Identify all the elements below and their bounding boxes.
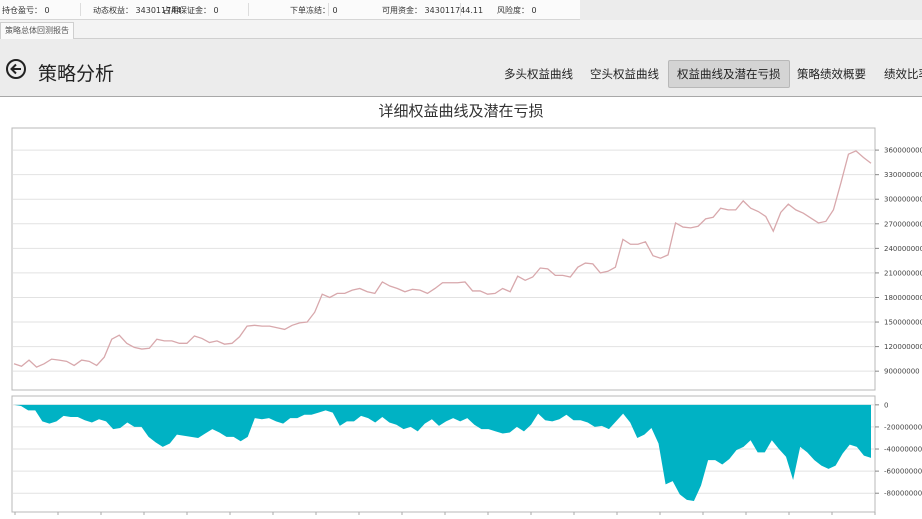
- y-tick-label: -40000000: [884, 446, 922, 454]
- tab-performance-summary[interactable]: 策略绩效概要: [789, 61, 874, 87]
- status-order-frozen: 下单冻结： 0: [290, 6, 338, 15]
- arrow-left-icon: [10, 63, 21, 75]
- y-tick-label: 330000000: [884, 171, 922, 179]
- y-tick-label: 300000000: [884, 196, 922, 204]
- tab-strip: 策略总体回测报告: [0, 20, 922, 39]
- y-tick-label: -20000000: [884, 423, 922, 431]
- y-tick-label: 150000000: [884, 319, 922, 327]
- divider: [248, 3, 249, 16]
- y-tick-label: 240000000: [884, 245, 922, 253]
- page-title: 策略分析: [38, 63, 115, 85]
- status-position-pnl: 持仓盈亏： 0: [2, 6, 50, 15]
- y-tick-label: 0: [884, 401, 888, 409]
- y-tick-label: 270000000: [884, 220, 922, 228]
- chart-title: 详细权益曲线及潜在亏损: [378, 102, 544, 120]
- top-strip: [580, 0, 922, 20]
- y-tick-label: 120000000: [884, 343, 922, 351]
- y-tick-label: -60000000: [884, 468, 922, 476]
- y-tick-label: 180000000: [884, 294, 922, 302]
- divider: [80, 3, 81, 16]
- y-tick-label: -80000000: [884, 490, 922, 498]
- tab-long-equity-curve[interactable]: 多头权益曲线: [496, 61, 581, 87]
- status-available-funds: 可用资金： 343011744.11: [382, 6, 484, 15]
- y-tick-label: 210000000: [884, 269, 922, 277]
- divider: [328, 3, 329, 16]
- tab-strategy-report[interactable]: 策略总体回测报告: [0, 22, 74, 39]
- divider: [460, 3, 461, 16]
- tab-equity-and-drawdown[interactable]: 权益曲线及潜在亏损: [668, 60, 790, 88]
- tab-performance-ratios[interactable]: 绩效比率: [876, 61, 922, 87]
- page-header: 策略分析 多头权益曲线 空头权益曲线 权益曲线及潜在亏损 策略绩效概要 绩效比率: [0, 39, 922, 97]
- tab-short-equity-curve[interactable]: 空头权益曲线: [582, 61, 667, 87]
- y-tick-label: 90000000: [884, 368, 920, 376]
- plot-area: [11, 127, 876, 391]
- status-bar: 持仓盈亏： 0 动态权益： 343011744. 占用保证金： 0 下单冻结： …: [0, 0, 581, 20]
- y-tick-label: 360000000: [884, 147, 922, 155]
- status-risk-level: 风险度： 0: [497, 6, 537, 15]
- status-margin-used: 占用保证金： 0: [163, 6, 219, 15]
- equity-drawdown-chart: 90000000 120000000 150000000 180000000 21000…: [11, 127, 922, 515]
- back-button[interactable]: [6, 59, 26, 79]
